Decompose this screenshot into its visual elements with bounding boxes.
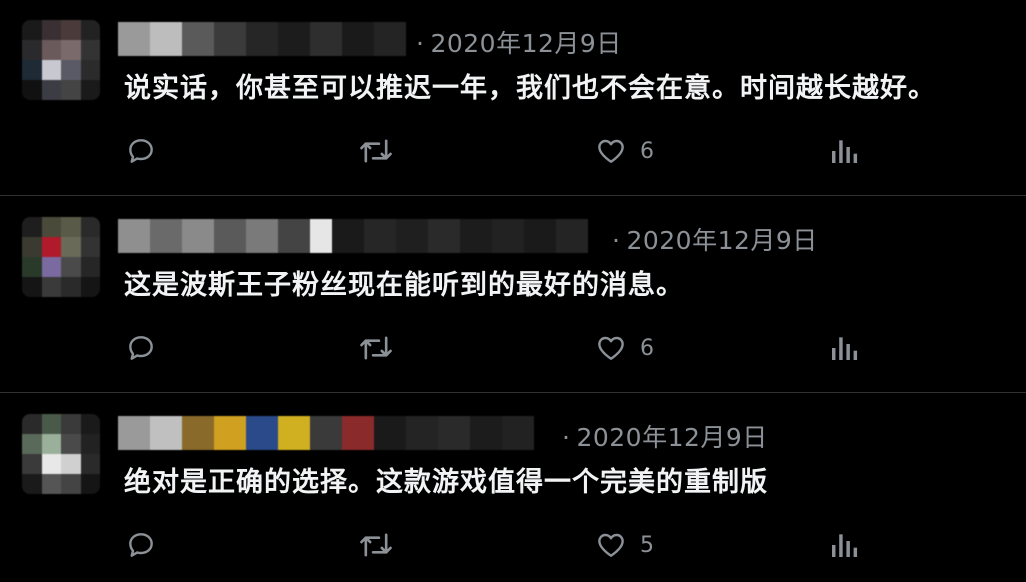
username-redacted[interactable]	[118, 416, 548, 450]
tweet-date[interactable]: · 2020年12月9日	[416, 24, 622, 60]
views-icon	[832, 534, 858, 557]
like-button[interactable]: 5	[594, 528, 654, 562]
tweet-item[interactable]: · 2020年12月9日 绝对是正确的选择。这款游戏值得一个完美的重制版 5	[0, 394, 1026, 582]
heart-icon	[598, 139, 624, 163]
reply-icon	[129, 533, 153, 557]
reply-icon	[129, 336, 153, 360]
like-count: 6	[640, 138, 654, 164]
like-button[interactable]: 6	[594, 134, 654, 168]
tweet-item[interactable]: · 2020年12月9日 这是波斯王子粉丝现在能听到的最好的消息。 6	[0, 197, 1026, 393]
tweet-actions: 5	[124, 528, 864, 564]
avatar[interactable]	[22, 217, 100, 297]
reply-button[interactable]	[124, 528, 158, 562]
views-button[interactable]	[829, 134, 859, 168]
tweet-date[interactable]: · 2020年12月9日	[562, 418, 768, 454]
username-redacted[interactable]	[118, 22, 406, 56]
reply-icon	[129, 139, 153, 163]
tweet-actions: 6	[124, 134, 864, 170]
like-button[interactable]: 6	[594, 331, 654, 365]
divider	[0, 392, 1026, 393]
separator-dot: ·	[562, 423, 571, 452]
tweet-text: 这是波斯王子粉丝现在能听到的最好的消息。	[124, 270, 684, 301]
views-icon	[832, 337, 858, 360]
like-count: 6	[640, 335, 654, 361]
tweet-actions: 6	[124, 331, 864, 367]
separator-dot: ·	[612, 226, 621, 255]
username-redacted[interactable]	[118, 219, 598, 253]
views-button[interactable]	[829, 528, 859, 562]
reply-button[interactable]	[124, 134, 158, 168]
views-icon	[832, 140, 858, 163]
avatar[interactable]	[22, 20, 100, 100]
tweet-text: 说实话，你甚至可以推迟一年，我们也不会在意。时间越长越好。	[124, 73, 936, 104]
retweet-button[interactable]	[357, 134, 395, 168]
retweet-button[interactable]	[357, 528, 395, 562]
reply-button[interactable]	[124, 331, 158, 365]
heart-icon	[598, 533, 624, 557]
views-button[interactable]	[829, 331, 859, 365]
divider	[0, 195, 1026, 196]
retweet-button[interactable]	[357, 331, 395, 365]
heart-icon	[598, 336, 624, 360]
retweet-icon	[360, 139, 392, 163]
like-count: 5	[640, 532, 654, 558]
avatar[interactable]	[22, 414, 100, 494]
retweet-icon	[360, 533, 392, 557]
tweet-date[interactable]: · 2020年12月9日	[612, 221, 818, 257]
separator-dot: ·	[416, 29, 425, 58]
retweet-icon	[360, 336, 392, 360]
tweet-item[interactable]: · 2020年12月9日 说实话，你甚至可以推迟一年，我们也不会在意。时间越长越好…	[0, 0, 1026, 196]
tweet-text: 绝对是正确的选择。这款游戏值得一个完美的重制版	[124, 467, 768, 498]
